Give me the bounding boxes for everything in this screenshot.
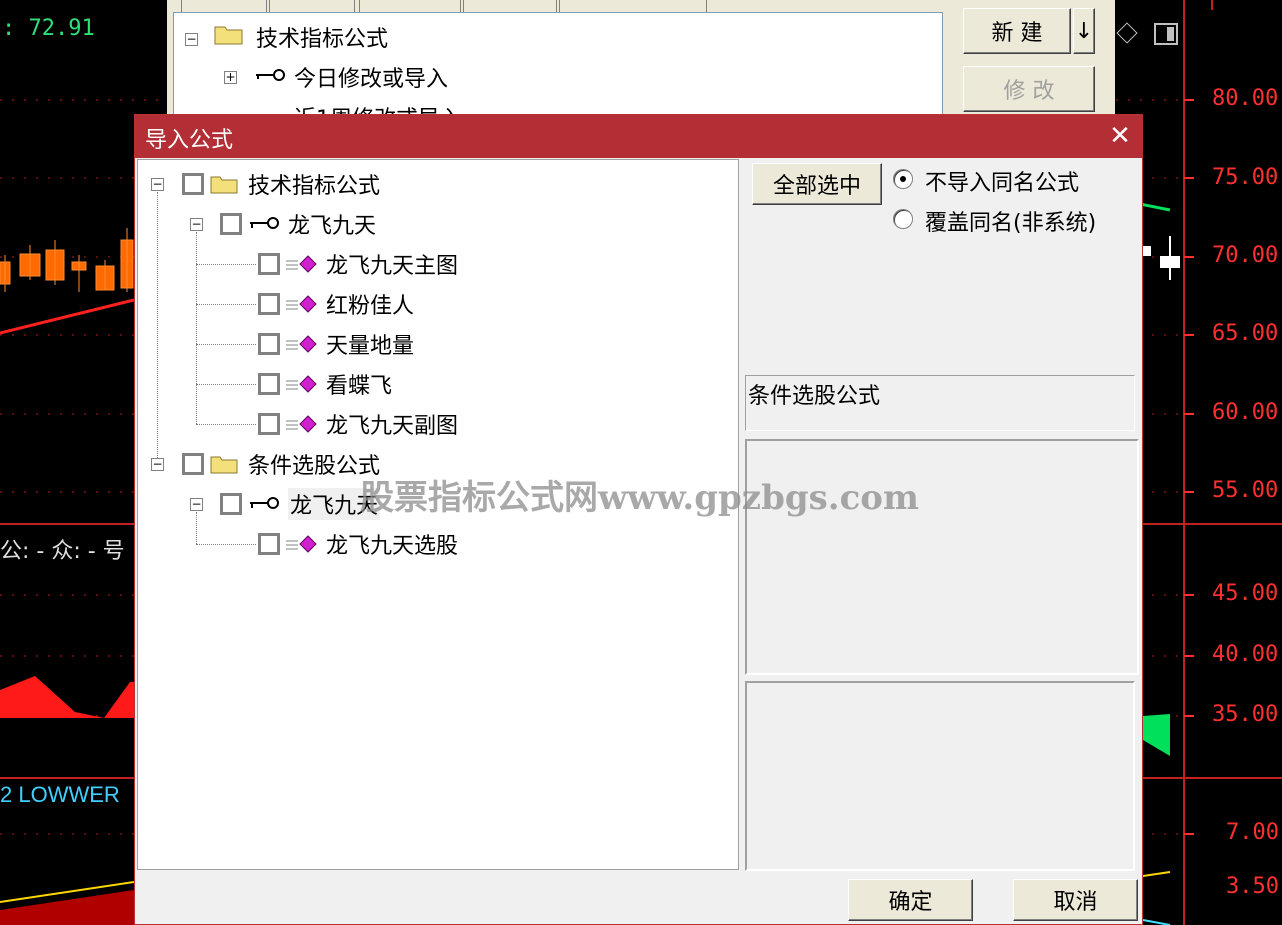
close-icon[interactable]: ✕ bbox=[1106, 121, 1134, 151]
formula-gem-icon bbox=[286, 535, 317, 553]
option-skip-same-name-label[interactable]: 不导入同名公式 bbox=[925, 165, 1079, 197]
price-axis-label: 7.00 bbox=[1226, 820, 1279, 845]
collapse-icon[interactable]: − bbox=[185, 33, 198, 46]
lower-indicator-legend: 2 LOWWER bbox=[0, 782, 120, 807]
edit-button[interactable]: 修 改 bbox=[963, 66, 1095, 112]
tree-item[interactable]: 龙飞九天主图 bbox=[258, 246, 458, 282]
tree-item[interactable]: 天量地量 bbox=[258, 326, 414, 362]
tree-subgroup[interactable]: 龙飞九天 bbox=[220, 486, 381, 522]
panel-toggle-icon[interactable] bbox=[1152, 20, 1180, 46]
select-all-button[interactable]: 全部选中 bbox=[752, 163, 882, 205]
formula-tree[interactable]: − 技术指标公式 + 今日修改或导入 近1周修改或导入 bbox=[173, 12, 943, 116]
key-icon bbox=[256, 69, 285, 81]
tree-item[interactable]: 龙飞九天副图 bbox=[258, 406, 458, 442]
tree-item-label: 龙飞九天主图 bbox=[326, 254, 459, 279]
price-axis-label: 40.00 bbox=[1212, 642, 1279, 667]
key-icon bbox=[250, 217, 279, 229]
price-axis-label: 45.00 bbox=[1212, 581, 1279, 606]
price-axis-label: 3.50 bbox=[1226, 874, 1279, 899]
option-overwrite-label[interactable]: 覆盖同名(非系统) bbox=[925, 205, 1096, 237]
price-axis-label: 35.00 bbox=[1212, 702, 1279, 727]
checkbox[interactable] bbox=[258, 253, 280, 275]
folder-icon bbox=[210, 456, 238, 474]
checkbox[interactable] bbox=[258, 333, 280, 355]
checkbox[interactable] bbox=[182, 453, 204, 475]
price-axis-label: 70.00 bbox=[1212, 243, 1279, 268]
folder-icon bbox=[210, 176, 238, 194]
category-field-text: 条件选股公式 bbox=[748, 384, 881, 409]
tree-item-label: 看蝶飞 bbox=[326, 374, 393, 399]
checkbox[interactable] bbox=[258, 293, 280, 315]
radio-overwrite-same-name[interactable] bbox=[893, 209, 913, 229]
tree-item-week[interactable]: 近1周修改或导入 bbox=[294, 101, 462, 115]
radio-skip-same-name[interactable] bbox=[893, 169, 913, 189]
formula-gem-icon bbox=[286, 335, 317, 353]
collapse-icon[interactable]: − bbox=[190, 498, 203, 511]
dialog-title: 导入公式 bbox=[145, 128, 234, 153]
checkbox[interactable] bbox=[220, 493, 242, 515]
price-axis-label: 60.00 bbox=[1212, 400, 1279, 425]
formula-gem-icon bbox=[286, 295, 317, 313]
price-axis-label: 75.00 bbox=[1212, 165, 1279, 190]
collapse-icon[interactable]: − bbox=[151, 178, 164, 191]
checkbox[interactable] bbox=[258, 533, 280, 555]
tree-item[interactable]: 龙飞九天选股 bbox=[258, 526, 458, 562]
tree-group-label: 技术指标公式 bbox=[248, 174, 381, 199]
price-axis-label: 55.00 bbox=[1212, 478, 1279, 503]
checkbox[interactable] bbox=[182, 173, 204, 195]
tree-group-technical[interactable]: 技术指标公式 bbox=[182, 166, 380, 202]
category-field: 条件选股公式 bbox=[745, 375, 1135, 431]
tree-item-label: 龙飞九天选股 bbox=[326, 534, 459, 559]
ok-button[interactable]: 确定 bbox=[848, 879, 973, 921]
dropdown-arrow-button[interactable]: ↓ bbox=[1073, 8, 1095, 54]
tree-item-label: 红粉佳人 bbox=[326, 294, 415, 319]
key-icon bbox=[250, 497, 279, 509]
collapse-icon[interactable]: − bbox=[151, 458, 164, 471]
diamond-icon[interactable] bbox=[1116, 20, 1140, 46]
tree-subgroup[interactable]: 龙飞九天 bbox=[220, 206, 376, 242]
new-button[interactable]: 新 建 bbox=[963, 8, 1071, 54]
price-axis-label: 65.00 bbox=[1212, 321, 1279, 346]
tree-subgroup-label: 龙飞九天 bbox=[288, 214, 377, 239]
collapse-icon[interactable]: − bbox=[190, 218, 203, 231]
tree-root-label[interactable]: 技术指标公式 bbox=[256, 21, 388, 53]
tree-item-today[interactable]: 今日修改或导入 bbox=[294, 61, 448, 93]
formula-gem-icon bbox=[286, 415, 317, 433]
checkbox[interactable] bbox=[258, 373, 280, 395]
tree-item-label: 龙飞九天副图 bbox=[326, 414, 459, 439]
expand-icon[interactable]: + bbox=[224, 71, 237, 84]
tree-item-label: 天量地量 bbox=[326, 334, 415, 359]
tree-item[interactable]: 红粉佳人 bbox=[258, 286, 414, 322]
tree-group-screening[interactable]: 条件选股公式 bbox=[182, 446, 380, 482]
tree-item[interactable]: 看蝶飞 bbox=[258, 366, 392, 402]
checkbox[interactable] bbox=[258, 413, 280, 435]
detail-box bbox=[745, 681, 1135, 871]
watermark: 股票指标公式网www.gpzbgs.com bbox=[360, 478, 919, 518]
import-formula-dialog: 导入公式 ✕ − 技术指标公式 − 龙飞九天 龙飞九天主图 红粉佳人 天量地量 … bbox=[134, 114, 1143, 925]
price-axis-label: 80.00 bbox=[1212, 86, 1279, 111]
cancel-button[interactable]: 取消 bbox=[1013, 879, 1138, 921]
indicator-legend: 公: - 众: - 号 bbox=[0, 539, 125, 564]
price-readout: : 72.91 bbox=[2, 16, 95, 41]
checkbox[interactable] bbox=[220, 213, 242, 235]
formula-gem-icon bbox=[286, 375, 317, 393]
folder-icon bbox=[214, 26, 243, 45]
title-bar[interactable]: 导入公式 ✕ bbox=[135, 115, 1142, 158]
formula-gem-icon bbox=[286, 255, 317, 273]
